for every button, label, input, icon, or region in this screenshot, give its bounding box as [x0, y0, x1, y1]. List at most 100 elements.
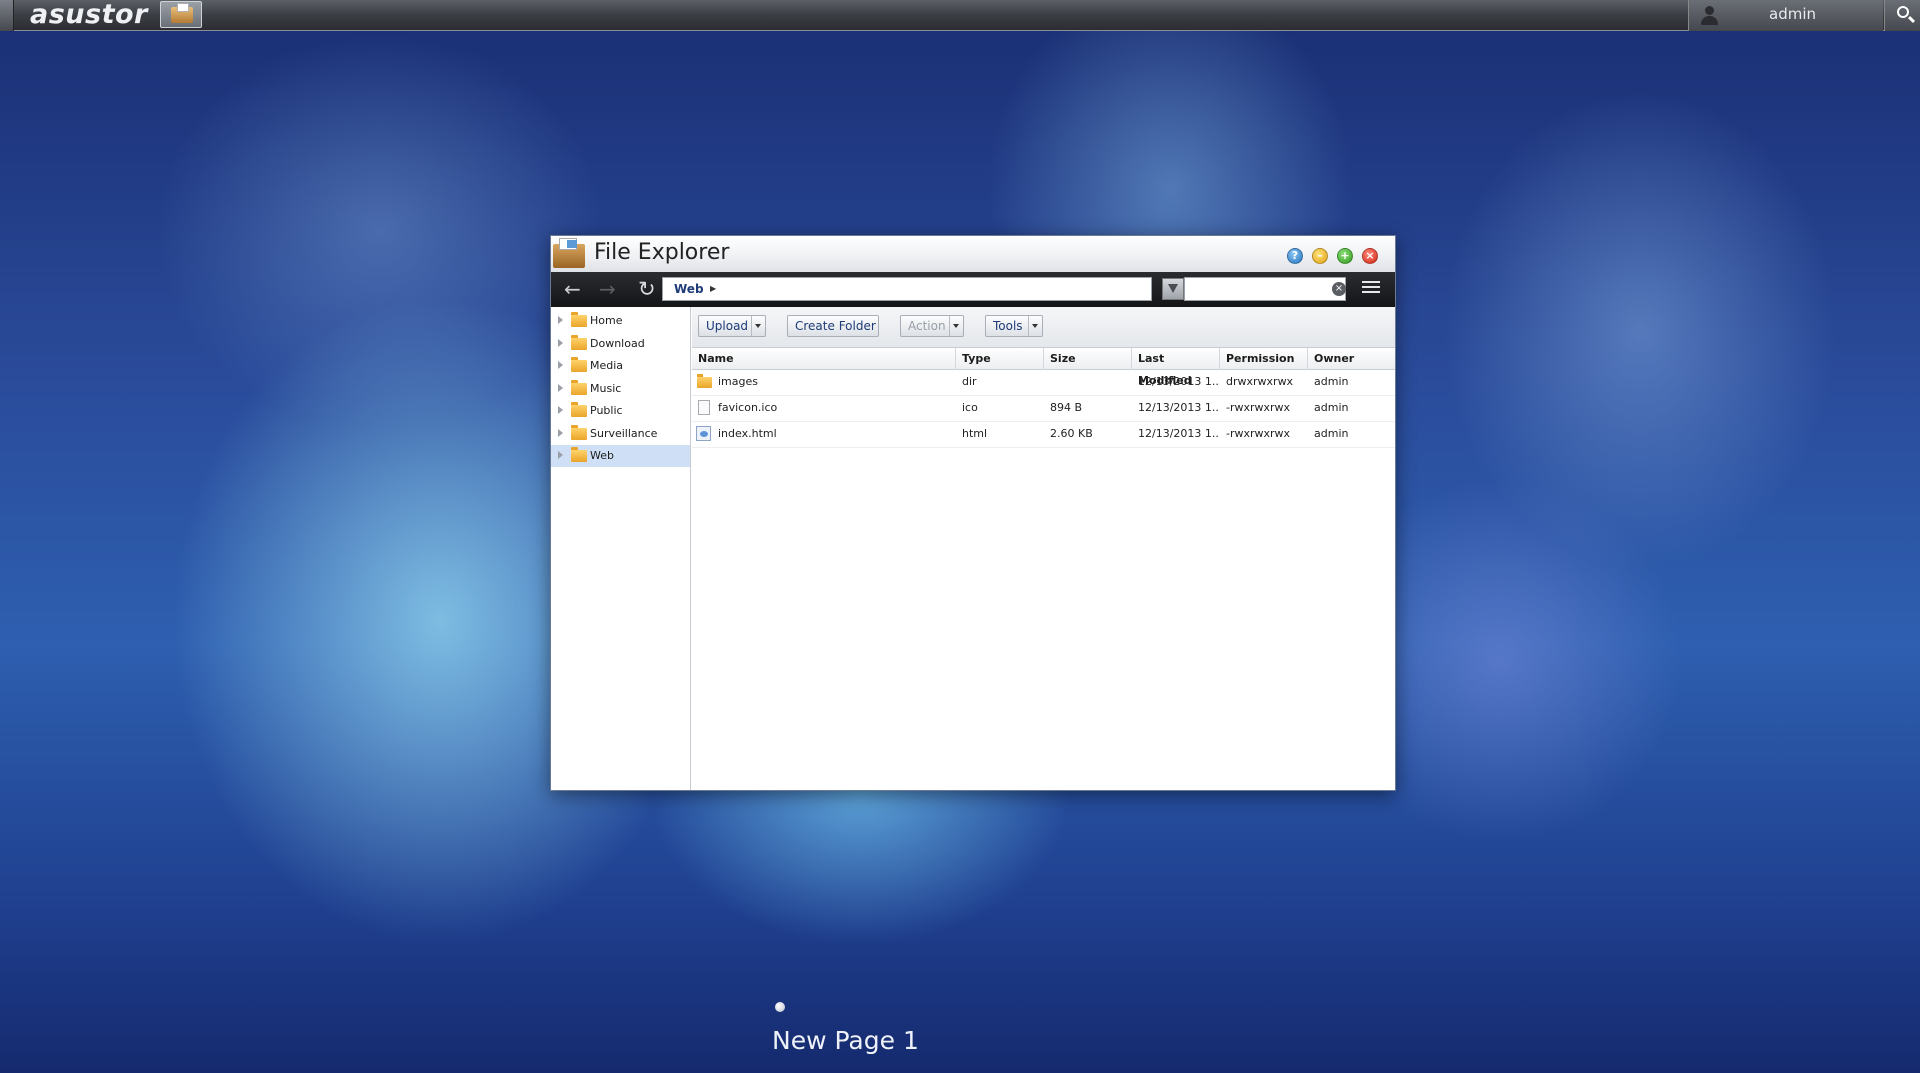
page-label: New Page 1	[772, 1026, 919, 1055]
table-header: Name Type Size Last Modified Permission …	[692, 348, 1395, 387]
cell-name: index.html	[692, 422, 956, 448]
user-menu[interactable]: admin	[1688, 0, 1883, 31]
cell-size: 894 B	[1050, 401, 1083, 414]
user-icon	[1699, 5, 1719, 25]
cell-modified: 12/13/2013 1...	[1138, 427, 1220, 440]
list-view-icon[interactable]	[1362, 281, 1380, 297]
cell-size	[1044, 370, 1132, 396]
tree-item-media[interactable]: Media	[551, 355, 690, 377]
expand-caret-icon[interactable]	[558, 383, 563, 392]
tree-item-label: Media	[590, 359, 624, 372]
tree-item-label: Home	[590, 314, 623, 327]
cell-permission: drwxrwxrwx	[1226, 375, 1294, 388]
upload-dropdown-icon[interactable]	[751, 316, 765, 336]
app-launcher-button[interactable]	[160, 1, 202, 28]
filter-input[interactable]	[1184, 277, 1346, 301]
file-name: images	[718, 375, 758, 388]
column-header-owner[interactable]: Owner	[1308, 348, 1395, 370]
column-header-type[interactable]: Type	[956, 348, 1044, 370]
refresh-icon[interactable]: ↻	[638, 278, 658, 300]
cell-type: ico	[962, 401, 978, 414]
table-row[interactable]: favicon.ico ico 894 B 12/13/2013 1... -r…	[692, 396, 1395, 422]
html-file-icon	[696, 426, 711, 441]
cell-owner: admin	[1314, 401, 1349, 414]
file-explorer-app-icon	[553, 236, 585, 270]
forward-arrow-icon[interactable]: →	[599, 278, 619, 300]
column-header-permission[interactable]: Permission	[1220, 348, 1308, 370]
expand-caret-icon[interactable]	[558, 451, 563, 459]
maximize-button[interactable]: +	[1337, 248, 1353, 264]
create-folder-label: Create Folder	[795, 319, 876, 333]
expand-caret-icon[interactable]	[558, 338, 563, 347]
tree-item-home[interactable]: Home	[551, 310, 690, 332]
column-header-last-modified[interactable]: Last Modified	[1132, 348, 1220, 387]
cell-type: dir	[962, 375, 977, 388]
action-button[interactable]: Action	[900, 315, 964, 337]
cell-modified: 12/13/2013 1...	[1138, 401, 1220, 414]
back-arrow-icon[interactable]: ←	[564, 278, 584, 300]
tools-dropdown-icon[interactable]	[1028, 316, 1042, 336]
folder-icon	[571, 379, 587, 395]
cell-owner: admin	[1314, 375, 1349, 388]
tree-item-label: Public	[590, 404, 623, 417]
cell-name: favicon.ico	[692, 396, 956, 422]
expand-caret-icon[interactable]	[558, 406, 563, 414]
tree-item-web[interactable]: Web	[551, 445, 690, 467]
folder-tree: Home Download Media Music Public Surveil…	[551, 307, 691, 790]
cell-owner: admin	[1314, 427, 1349, 440]
cell-permission: -rwxrwxrwx	[1226, 427, 1291, 440]
expand-caret-icon[interactable]	[558, 428, 563, 437]
app-box-icon	[171, 3, 193, 23]
user-name: admin	[1769, 5, 1816, 23]
tree-item-public[interactable]: Public	[551, 400, 690, 422]
tools-button[interactable]: Tools	[985, 315, 1043, 337]
minimize-button[interactable]: –	[1312, 248, 1328, 264]
path-segment-web[interactable]: Web	[674, 278, 704, 300]
folder-icon	[571, 424, 587, 440]
close-button[interactable]: ×	[1362, 248, 1378, 264]
column-header-name[interactable]: Name	[692, 348, 956, 370]
cell-modified: 12/13/2013 1...	[1138, 375, 1220, 388]
search-icon	[1897, 6, 1909, 18]
path-caret-icon: ▶	[710, 284, 717, 293]
clear-filter-icon[interactable]: ×	[1332, 282, 1346, 296]
folder-icon	[571, 357, 587, 372]
action-label: Action	[908, 319, 946, 333]
folder-icon	[571, 447, 587, 462]
expand-caret-icon[interactable]	[558, 361, 563, 369]
table-row[interactable]: index.html html 2.60 KB 12/13/2013 1... …	[692, 422, 1395, 448]
tools-label: Tools	[993, 319, 1023, 333]
upload-button[interactable]: Upload	[698, 315, 766, 337]
tree-item-label: Web	[590, 449, 614, 462]
search-button[interactable]	[1884, 0, 1920, 31]
action-dropdown-icon[interactable]	[949, 316, 963, 336]
window-titlebar[interactable]: File Explorer ? – + ×	[551, 236, 1395, 272]
folder-icon	[571, 312, 587, 327]
tree-item-surveillance[interactable]: Surveillance	[551, 423, 690, 445]
create-folder-button[interactable]: Create Folder	[787, 315, 879, 337]
folder-icon	[571, 334, 587, 350]
navigation-toolbar: ← → ↻ Web ▶ ×	[551, 272, 1395, 307]
cell-permission: -rwxrwxrwx	[1226, 401, 1291, 414]
window-title: File Explorer	[594, 240, 730, 265]
asustor-logo: asustor	[30, 0, 148, 30]
expand-caret-icon[interactable]	[558, 316, 563, 324]
folder-icon	[571, 402, 587, 417]
page-indicator-dot[interactable]	[775, 1002, 785, 1012]
action-toolbar: Upload Create Folder Action Tools	[692, 307, 1395, 348]
help-button[interactable]: ?	[1287, 248, 1303, 264]
top-bar: asustor admin	[0, 0, 1920, 31]
path-bar[interactable]: Web ▶	[662, 277, 1152, 301]
folder-icon	[697, 374, 712, 388]
tree-item-label: Music	[590, 381, 622, 395]
tree-item-download[interactable]: Download	[551, 333, 690, 355]
table-row[interactable]: images dir 12/13/2013 1... drwxrwxrwx ad…	[692, 370, 1395, 396]
cell-name: images	[692, 370, 956, 396]
file-icon	[698, 400, 710, 415]
tree-item-music[interactable]: Music	[551, 378, 690, 400]
filter-icon[interactable]	[1162, 278, 1184, 300]
file-name: favicon.ico	[718, 401, 778, 414]
cell-size: 2.60 KB	[1050, 427, 1093, 440]
topbar-edge-handle[interactable]	[0, 0, 14, 31]
column-header-size[interactable]: Size	[1044, 348, 1132, 370]
